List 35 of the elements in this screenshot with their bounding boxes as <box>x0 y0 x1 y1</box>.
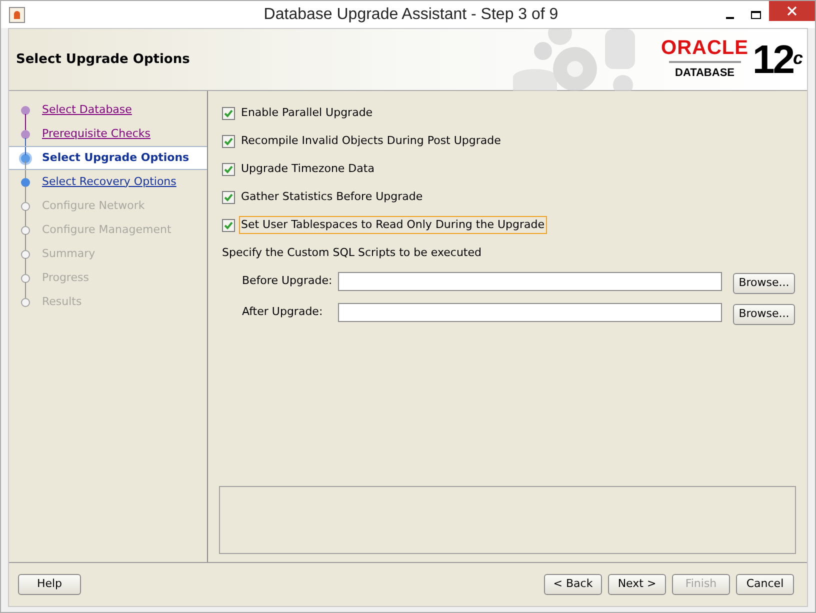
window-title: Database Upgrade Assistant - Step 3 of 9 <box>264 4 558 24</box>
step-label[interactable]: Select Recovery Options <box>42 174 176 190</box>
logo-brand: ORACLE <box>661 38 748 58</box>
nav-button[interactable]: Cancel <box>736 574 794 595</box>
checkbox[interactable] <box>222 134 235 148</box>
browse-button[interactable]: Browse... <box>733 304 795 325</box>
logo-product: DATABASE <box>669 60 740 82</box>
step-item[interactable]: Select Database <box>9 98 207 122</box>
scripts-heading: Specify the Custom SQL Scripts to be executed <box>222 245 482 261</box>
step-label[interactable]: Select Database <box>42 102 132 118</box>
step-item[interactable]: Select Recovery Options <box>9 170 207 194</box>
input-field[interactable] <box>338 272 722 291</box>
checkbox[interactable] <box>222 106 235 120</box>
logo-version: 12$^{c}$ <box>752 40 801 80</box>
checkbox-label[interactable]: Upgrade Timezone Data <box>239 160 376 178</box>
step-label[interactable]: Prerequisite Checks <box>42 126 150 142</box>
help-button[interactable]: Help <box>18 574 81 595</box>
nav-button[interactable]: Next > <box>608 574 666 595</box>
checkbox[interactable] <box>222 162 235 176</box>
checkbox[interactable] <box>222 190 235 204</box>
page-title: Select Upgrade Options <box>16 50 190 69</box>
checkbox-label[interactable]: Gather Statistics Before Upgrade <box>239 188 425 206</box>
checkbox-label[interactable]: Recompile Invalid Objects During Post Upgrade <box>239 132 503 150</box>
input-field[interactable] <box>338 303 722 322</box>
browse-button[interactable]: Browse... <box>733 272 795 294</box>
field-label: After Upgrade: <box>242 304 324 320</box>
close-icon[interactable] <box>769 1 815 21</box>
step-item[interactable]: Prerequisite Checks <box>9 122 207 146</box>
checkbox-label[interactable]: Set User Tablespaces to Read Only During the Upgrade <box>239 216 546 234</box>
checkbox[interactable] <box>222 218 235 232</box>
checkbox-label[interactable]: Enable Parallel Upgrade <box>239 104 375 122</box>
field-label: Before Upgrade: <box>242 273 334 290</box>
step-label[interactable]: Select Upgrade Options <box>42 150 190 166</box>
step-item[interactable]: Select Upgrade Options <box>9 146 207 170</box>
nav-button[interactable]: < Back <box>544 574 602 595</box>
